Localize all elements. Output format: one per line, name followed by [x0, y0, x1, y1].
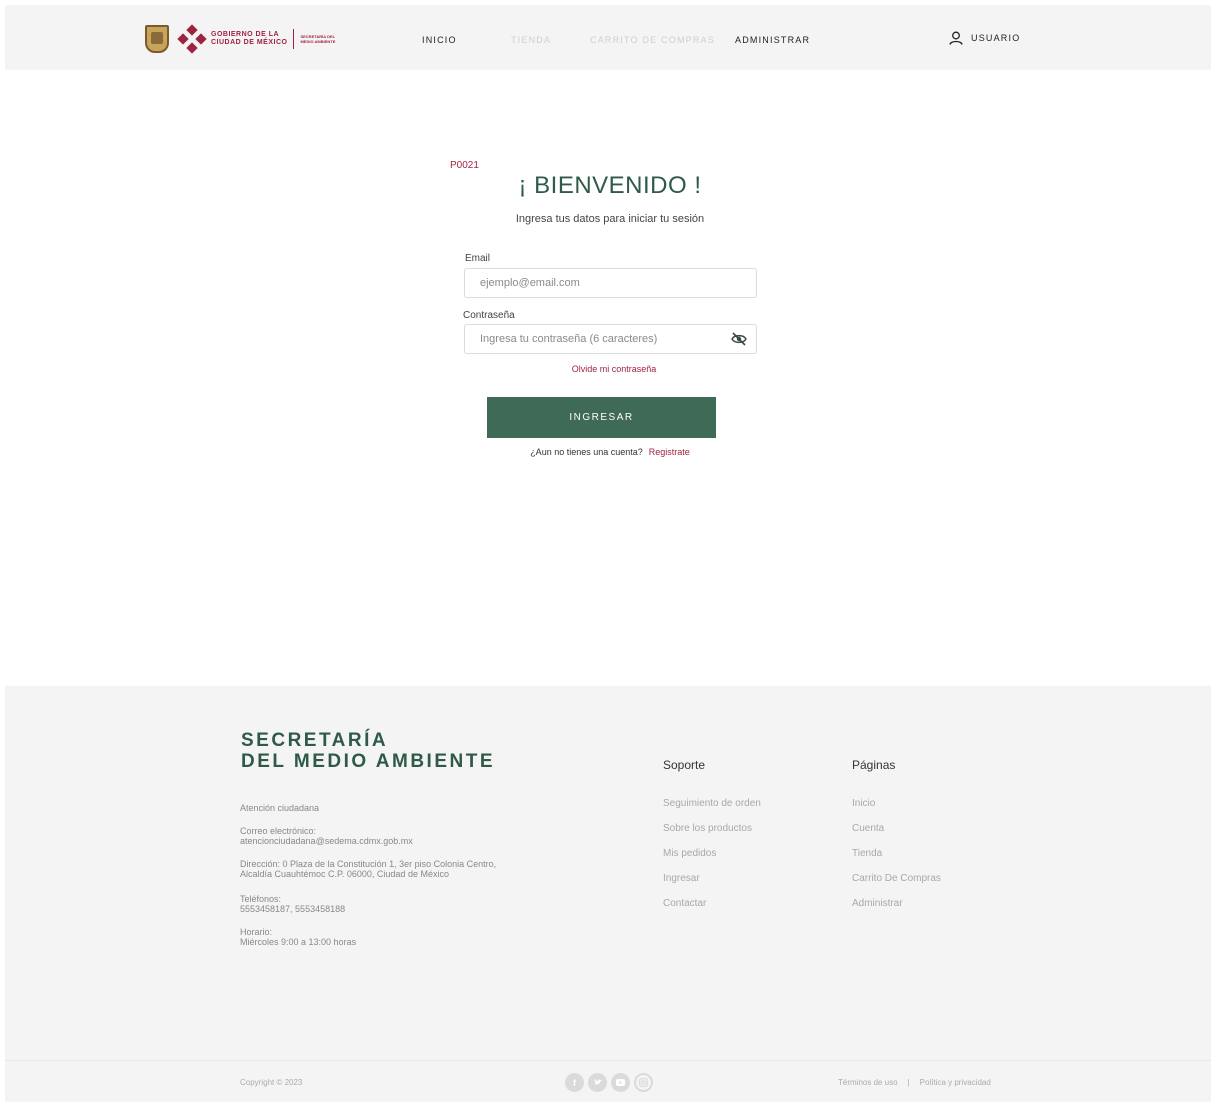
- footer-link-tienda[interactable]: Tienda: [852, 848, 941, 873]
- copyright: Copyright © 2023: [240, 1078, 303, 1087]
- nav-inicio[interactable]: INICIO: [422, 35, 457, 45]
- address-line-1: Dirección: 0 Plaza de la Constitución 1,…: [240, 859, 497, 869]
- attention-heading: Atención ciudadana: [240, 803, 320, 813]
- contact-email: Correo electrónico: atencionciudadana@se…: [240, 826, 413, 846]
- password-field[interactable]: [464, 324, 757, 354]
- soporte-heading: Soporte: [663, 758, 706, 772]
- user-menu[interactable]: USUARIO: [949, 31, 1020, 45]
- terms-link[interactable]: Términos de uso: [838, 1078, 898, 1087]
- nav-carrito[interactable]: CARRITO DE COMPRAS: [590, 35, 715, 45]
- coat-of-arms-icon: [145, 25, 169, 53]
- nav-administrar[interactable]: ADMINISTRAR: [735, 35, 810, 45]
- register-prompt: ¿Aun no tienes una cuenta? Registrate: [464, 447, 756, 457]
- footer-link-productos[interactable]: Sobre los productos: [663, 823, 761, 848]
- footer-divider: [5, 1060, 1211, 1061]
- email-label: Email: [465, 253, 491, 264]
- gov-line-2: CIUDAD DE MÉXICO: [211, 39, 288, 46]
- contact-address: Dirección: 0 Plaza de la Constitución 1,…: [240, 859, 496, 879]
- footer-link-pedidos[interactable]: Mis pedidos: [663, 848, 761, 873]
- contact-schedule: Horario: Miércoles 9:00 a 13:00 horas: [240, 927, 356, 947]
- welcome-title: ¡ BIENVENIDO !: [518, 172, 702, 199]
- privacy-link[interactable]: Política y privacidad: [920, 1078, 991, 1087]
- footer-link-ingresar[interactable]: Ingresar: [663, 873, 761, 898]
- legal-links: Términos de uso | Política y privacidad: [838, 1078, 991, 1087]
- logo-divider: [293, 29, 295, 49]
- phones-label: Teléfonos:: [240, 894, 282, 904]
- register-link[interactable]: Registrate: [649, 447, 690, 457]
- top-header: GOBIERNO DE LA CIUDAD DE MÉXICO SECRETAR…: [5, 5, 1211, 70]
- user-label: USUARIO: [971, 33, 1021, 43]
- sec-text: SECRETARÍA DEL MEDIO AMBIENTE: [300, 34, 335, 44]
- government-logo[interactable]: GOBIERNO DE LA CIUDAD DE MÉXICO SECRETAR…: [145, 24, 335, 54]
- instagram-icon[interactable]: [634, 1073, 653, 1092]
- gov-line-1: GOBIERNO DE LA: [211, 31, 280, 38]
- legal-separator: |: [907, 1078, 910, 1087]
- cdmx-logo-icon: [177, 24, 207, 54]
- forgot-password-link[interactable]: Olvide mi contraseña: [464, 364, 764, 374]
- page-code: P0021: [450, 160, 479, 171]
- footer-link-carrito[interactable]: Carrito De Compras: [852, 873, 941, 898]
- footer-link-contactar[interactable]: Contactar: [663, 898, 761, 923]
- gov-text: GOBIERNO DE LA CIUDAD DE MÉXICO: [211, 31, 287, 47]
- eye-slash-icon[interactable]: [731, 332, 747, 346]
- facebook-icon[interactable]: f: [565, 1073, 584, 1092]
- footer-brand: SECRETARÍA DEL MEDIO AMBIENTE: [241, 730, 495, 772]
- address-line-2: Alcaldía Cuauhtémoc C.P. 06000, Ciudad d…: [240, 869, 449, 879]
- brand-line-2: DEL MEDIO AMBIENTE: [241, 751, 496, 772]
- nav-tienda[interactable]: TIENDA: [511, 35, 551, 45]
- contact-phones: Teléfonos: 5553458187, 5553458188: [240, 894, 345, 914]
- schedule-value: Miércoles 9:00 a 13:00 horas: [240, 937, 357, 947]
- schedule-label: Horario:: [240, 927, 273, 937]
- no-account-text: ¿Aun no tienes una cuenta?: [530, 447, 643, 457]
- email-value: atencionciudadana@sedema.cdmx.gob.mx: [240, 836, 413, 846]
- login-button[interactable]: INGRESAR: [487, 397, 716, 438]
- soporte-links: Seguimiento de orden Sobre los productos…: [663, 798, 761, 923]
- footer-link-administrar[interactable]: Administrar: [852, 898, 941, 923]
- sec-line-2: MEDIO AMBIENTE: [300, 39, 336, 44]
- user-icon: [949, 31, 963, 45]
- brand-line-1: SECRETARÍA: [241, 730, 389, 751]
- phones-value: 5553458187, 5553458188: [240, 904, 346, 914]
- twitter-icon[interactable]: [588, 1073, 607, 1092]
- email-label-text: Correo electrónico:: [240, 826, 317, 836]
- social-links: f: [565, 1073, 653, 1092]
- footer: SECRETARÍA DEL MEDIO AMBIENTE Atención c…: [5, 686, 1211, 1102]
- login-subtitle: Ingresa tus datos para iniciar tu sesión: [515, 213, 705, 225]
- youtube-icon[interactable]: [611, 1073, 630, 1092]
- email-field[interactable]: [464, 268, 757, 298]
- footer-link-cuenta[interactable]: Cuenta: [852, 823, 941, 848]
- footer-link-inicio[interactable]: Inicio: [852, 798, 941, 823]
- footer-link-seguimiento[interactable]: Seguimiento de orden: [663, 798, 761, 823]
- paginas-heading: Páginas: [852, 758, 896, 772]
- paginas-links: Inicio Cuenta Tienda Carrito De Compras …: [852, 798, 941, 923]
- password-label: Contraseña: [463, 310, 515, 321]
